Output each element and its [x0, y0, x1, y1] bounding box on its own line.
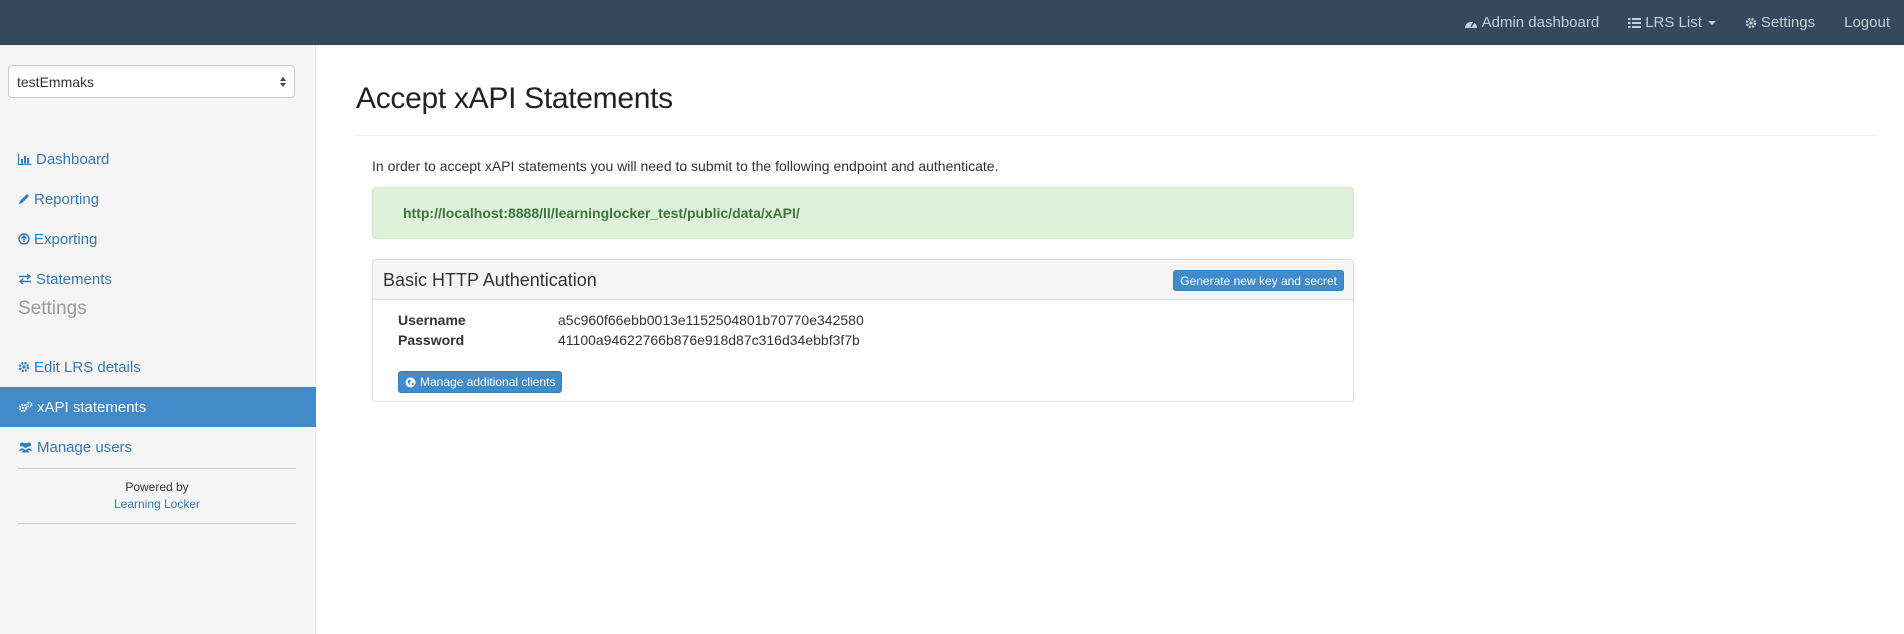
- nav-admin-dashboard[interactable]: Admin dashboard: [1464, 14, 1600, 31]
- nav-settings[interactable]: Settings: [1745, 14, 1815, 31]
- username-row: Username a5c960f66ebb0013e1152504801b707…: [398, 312, 864, 328]
- sidebar-item-label: Edit LRS details: [34, 358, 141, 376]
- caret-down-icon: [1707, 20, 1716, 25]
- globe-icon: [405, 377, 416, 388]
- nav-label: LRS List: [1645, 14, 1702, 31]
- sidebar-divider: [18, 523, 296, 524]
- export-circle-icon: [18, 233, 30, 245]
- sidebar-item-label: Exporting: [34, 230, 98, 248]
- nav-label: Settings: [1760, 14, 1816, 31]
- exchange-icon: [18, 273, 32, 285]
- endpoint-url: http://localhost:8888/ll/learninglocker_…: [403, 205, 800, 221]
- pencil-icon: [18, 193, 30, 205]
- sidebar-item-label: xAPI statements: [37, 398, 147, 416]
- powered-by: Powered by Learning Locker: [18, 479, 296, 513]
- auth-panel-header: Basic HTTP Authentication Generate new k…: [373, 260, 1353, 300]
- endpoint-alert: http://localhost:8888/ll/learninglocker_…: [372, 187, 1354, 239]
- sidebar-item-xapi-statements[interactable]: xAPI statements: [0, 387, 316, 427]
- list-icon: [1628, 17, 1642, 29]
- title-divider: [356, 135, 1876, 136]
- nav-label: Logout: [1844, 14, 1890, 31]
- settings-heading: Settings: [18, 298, 87, 319]
- manage-clients-button[interactable]: Manage additional clients: [398, 371, 563, 393]
- powered-by-text: Powered by: [125, 480, 189, 494]
- learning-locker-link[interactable]: Learning Locker: [18, 496, 296, 513]
- bar-chart-icon: [18, 153, 32, 165]
- top-nav: Admin dashboard LRS List Settings Logout: [1464, 0, 1904, 45]
- generate-key-button[interactable]: Generate new key and secret: [1173, 270, 1344, 291]
- auth-panel-title: Basic HTTP Authentication: [383, 270, 597, 290]
- sidebar-item-manage-users[interactable]: Manage users: [0, 427, 316, 467]
- gear-icon: [18, 361, 30, 373]
- password-label: Password: [398, 332, 465, 348]
- nav-logout[interactable]: Logout: [1844, 14, 1890, 31]
- sidebar-item-label: Reporting: [34, 190, 100, 208]
- sidebar-item-label: Statements: [36, 270, 112, 288]
- nav-lrs-list-dropdown[interactable]: LRS List: [1628, 14, 1716, 31]
- username-label: Username: [398, 312, 466, 328]
- users-icon: [18, 441, 33, 453]
- sidebar: testEmmaks Dashboard Reporting Exporting…: [0, 45, 316, 634]
- select-arrows-icon: [280, 76, 286, 87]
- manage-clients-label: Manage additional clients: [420, 375, 556, 389]
- page-title: Accept xAPI Statements: [356, 82, 673, 115]
- sidebar-divider: [18, 468, 296, 469]
- sidebar-item-edit-lrs-details[interactable]: Edit LRS details: [0, 347, 316, 387]
- intro-text: In order to accept xAPI statements you w…: [372, 158, 999, 174]
- lrs-select-value: testEmmaks: [17, 73, 95, 90]
- sidebar-item-label: Manage users: [37, 438, 133, 456]
- username-value: a5c960f66ebb0013e1152504801b70770e342580: [558, 312, 864, 328]
- nav-label: Admin dashboard: [1481, 14, 1600, 31]
- sidebar-item-exporting[interactable]: Exporting: [0, 219, 316, 259]
- lrs-select[interactable]: testEmmaks: [8, 65, 295, 98]
- password-value: 41100a94622766b876e918d87c316d34ebbf3f7b: [558, 332, 860, 348]
- auth-panel: Basic HTTP Authentication Generate new k…: [372, 259, 1354, 402]
- sidebar-item-reporting[interactable]: Reporting: [0, 179, 316, 219]
- sidebar-item-dashboard[interactable]: Dashboard: [0, 139, 316, 179]
- gears-icon: [18, 401, 33, 413]
- sidebar-item-statements[interactable]: Statements: [0, 259, 316, 299]
- sidebar-item-label: Dashboard: [36, 150, 110, 168]
- gear-icon: [1745, 17, 1757, 29]
- top-navbar: Admin dashboard LRS List Settings Logout: [0, 0, 1904, 45]
- dashboard-icon: [1464, 17, 1478, 29]
- password-row: Password 41100a94622766b876e918d87c316d3…: [398, 332, 860, 348]
